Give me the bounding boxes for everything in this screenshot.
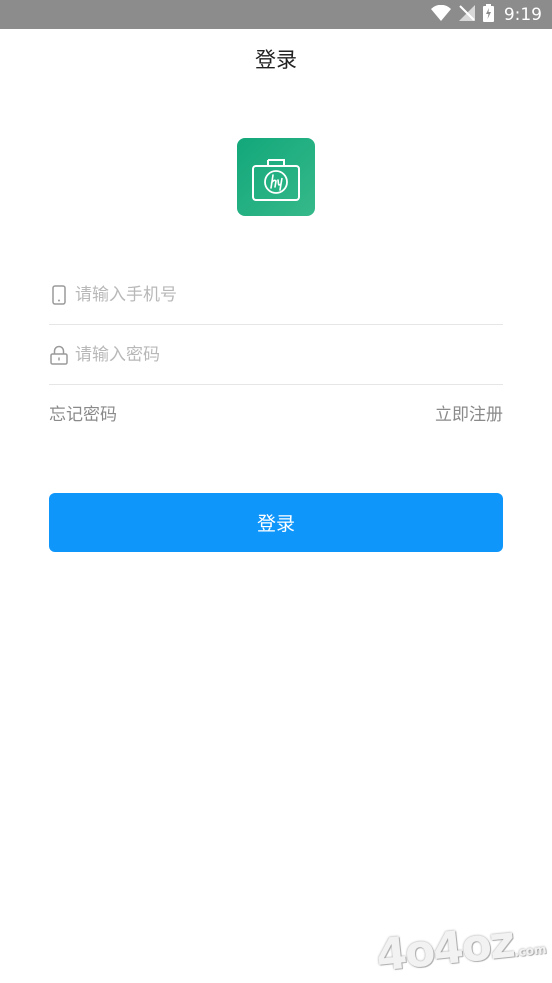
- lock-icon: [49, 344, 69, 366]
- register-link[interactable]: 立即注册: [435, 400, 503, 425]
- app-logo: [237, 138, 315, 216]
- battery-charging-icon: [482, 4, 494, 26]
- password-field[interactable]: [49, 325, 503, 385]
- phone-icon: [49, 284, 69, 306]
- phone-field[interactable]: [49, 265, 503, 325]
- login-button[interactable]: 登录: [49, 493, 503, 552]
- status-icons: 9:19: [430, 4, 542, 26]
- watermark-logo: 4o4oz.com: [374, 913, 548, 982]
- watermark-suffix: .com: [513, 942, 548, 960]
- forgot-password-link[interactable]: 忘记密码: [49, 400, 117, 425]
- auth-links: 忘记密码 立即注册: [49, 400, 503, 425]
- password-input[interactable]: [75, 344, 475, 365]
- status-bar: 9:19: [0, 0, 552, 29]
- watermark-main: 4o4oz: [374, 916, 516, 982]
- no-signal-icon: [458, 5, 475, 25]
- page-title: 登录: [255, 48, 297, 72]
- briefcase-hy-logo-icon: [252, 159, 300, 201]
- phone-input[interactable]: [75, 284, 475, 305]
- status-time: 9:19: [503, 5, 542, 25]
- wifi-icon: [430, 4, 451, 25]
